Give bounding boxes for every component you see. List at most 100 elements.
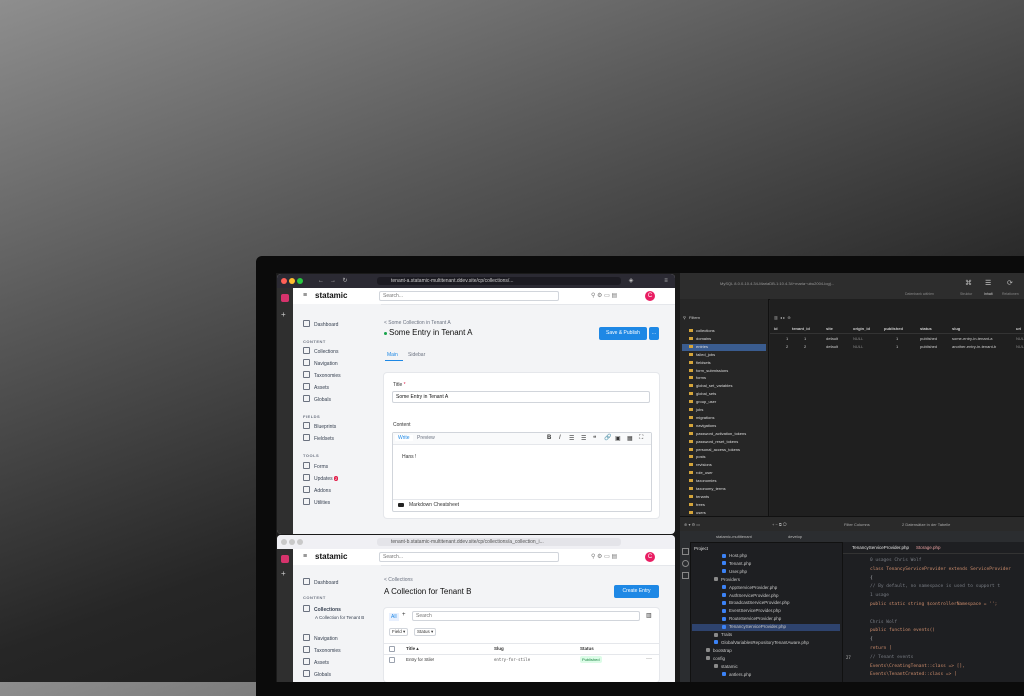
tree-folder[interactable]: Providers [714,577,740,582]
avatar[interactable]: C [645,552,655,562]
code-line[interactable]: { [870,576,873,581]
db-cell[interactable]: 2 [804,344,806,349]
tree-file[interactable]: BroadcastServiceProvider.php [722,600,790,605]
code-line[interactable]: public function events() [870,628,935,633]
code-line[interactable]: Events\CreatingTenant::class => [], [870,664,965,669]
sidebar-item-updates[interactable]: Updates 2 [303,474,339,482]
db-column-header[interactable]: tenant_id [792,326,810,331]
db-column-header[interactable]: uri [1016,326,1021,331]
link-icon[interactable]: 🔗 [604,434,611,441]
db-table-item[interactable]: migrations [689,415,714,420]
sidebar-item-fieldsets[interactable]: Fieldsets [303,434,334,442]
global-search-input[interactable] [379,291,559,301]
row-title-link[interactable]: Entry for Stile! [406,657,434,662]
unordered-list-icon[interactable]: ☰ [569,435,574,442]
tree-file[interactable]: TenancyServiceProvider.php [722,624,786,629]
db-table-item[interactable]: form_submissions [689,368,728,373]
db-content-label[interactable]: Inhalt [984,292,993,296]
tree-file[interactable]: GlobalVariablesRepositoryTenantAware.php [714,640,809,645]
breadcrumb[interactable]: < Some Collection in Tenant A [384,320,451,326]
db-footer-grid-icons[interactable]: + − ⧉ ⟳ [772,522,787,527]
quote-icon[interactable]: ❝ [593,435,596,442]
forward-arrow-icon[interactable]: → [329,277,337,285]
sidebar-item-utilities[interactable]: Utilities [303,498,330,506]
tool-icons[interactable]: ⚲ ⚙ ▭ ▤ [591,553,617,560]
columns-icon[interactable]: ▥ [646,612,652,619]
tree-file[interactable]: antlers.php [722,672,751,677]
create-entry-button[interactable]: Create Entry [614,585,659,598]
db-table-item[interactable]: users [689,510,706,515]
sidebar-item-blueprints[interactable]: Blueprints [303,422,336,430]
db-cell[interactable]: NUL [1016,336,1024,341]
code-line[interactable]: // Tenant events [870,655,913,660]
menu-icon[interactable]: ≡ [662,277,670,285]
db-table-item[interactable]: forms [689,375,706,380]
fullscreen-icon[interactable]: ⛶ [639,435,643,442]
sidebar-item-dashboard[interactable]: Dashboard [303,320,338,328]
db-cell[interactable]: 1 [804,336,806,341]
code-line[interactable]: 1 usage [870,593,889,598]
column-slug[interactable]: Slug [494,646,504,651]
db-select-label[interactable]: Datenbank wählen [905,292,934,296]
db-content-icon[interactable]: ☰ [985,279,991,287]
db-cell[interactable]: NUL [1016,344,1024,349]
db-table-item[interactable]: trees [689,502,705,507]
sidebar-item-assets[interactable]: Assets [303,658,329,666]
sidebar-item-globals[interactable]: Globals [303,395,331,403]
sidebar-item-forms[interactable]: Forms [303,462,328,470]
tree-file[interactable]: RouteServiceProvider.php [722,616,781,621]
sidebar-item-navigation[interactable]: Navigation [303,359,338,367]
app-switcher-icon[interactable] [281,294,289,302]
tree-folder[interactable]: statamic [714,664,738,669]
breadcrumb[interactable]: < Collections [384,577,413,583]
filter-tab-all[interactable]: All [389,613,399,621]
add-filter-icon[interactable]: + [402,612,406,618]
db-cell[interactable]: 1 [896,344,898,349]
address-bar[interactable]: tenant-a.statamic-multitenant.ddev.site/… [377,277,621,285]
db-cell[interactable]: published [920,336,937,341]
image-icon[interactable]: ▣ [615,435,621,442]
code-line[interactable]: Events\TenantCreated::class => [ [870,672,957,677]
tree-file[interactable]: Host.php [722,553,747,558]
title-input[interactable] [392,391,650,403]
db-structure-label[interactable]: Struktur [960,292,972,296]
sidebar-item-collections[interactable]: Collections [303,605,341,613]
db-cell[interactable]: 2 [786,344,788,349]
address-bar[interactable]: tenant-b.statamic-multitenant.ddev.site/… [377,538,621,546]
table-row[interactable]: Entry for Stile! entry-for-stile Publish… [384,654,659,666]
db-table-item[interactable]: failed_jobs [689,352,715,357]
db-cell[interactable]: NULL [853,336,863,341]
tool-icons[interactable]: ⚲ ⚙ ▭ ▤ [591,292,617,299]
file-tab-tenancy[interactable]: TenancyServiceProvider.php [852,545,909,550]
table-icon[interactable]: ▦ [627,435,633,442]
db-table-item[interactable]: taxonomies [689,478,716,483]
db-cell[interactable]: NULL [853,344,863,349]
db-cell[interactable]: 1 [896,336,898,341]
db-filter-label[interactable]: Filtern [689,315,700,320]
code-line[interactable]: // By default, no namespace is used to s… [870,584,1000,589]
ordered-list-icon[interactable]: ☰ [581,435,586,442]
minimize-window-button[interactable] [289,539,295,545]
code-line[interactable]: Chris Wolf [870,620,897,625]
reload-icon[interactable]: ↻ [341,277,349,285]
repo-tab[interactable]: statamic-multitenant [716,534,752,539]
add-icon[interactable]: + [281,569,286,578]
tab-sidebar[interactable]: Sidebar [408,352,425,358]
db-column-header[interactable]: origin_id [853,326,870,331]
tab-main[interactable]: Main [387,352,398,358]
db-table-item[interactable]: global_sets [689,391,716,396]
zoom-window-button[interactable] [297,278,303,284]
editor-tab-preview[interactable]: Preview [417,435,435,441]
code-line[interactable]: public static string $controllerNamespac… [870,602,997,607]
db-table-item[interactable]: role_user [689,470,713,475]
db-column-header[interactable]: slug [952,326,960,331]
editor-tab-write[interactable]: Write [395,435,413,441]
code-line[interactable]: return [ [870,646,892,651]
sidebar-item-taxonomies[interactable]: Taxonomies [303,646,341,654]
app-switcher-icon[interactable] [281,555,289,563]
tree-file[interactable]: EventServiceProvider.php [722,608,781,613]
db-relations-label[interactable]: Relationen [1002,292,1019,296]
avatar[interactable]: C [645,291,655,301]
file-tab-storage[interactable]: Storage.php [916,545,941,550]
sidebar-item-collections[interactable]: Collections [303,347,338,355]
